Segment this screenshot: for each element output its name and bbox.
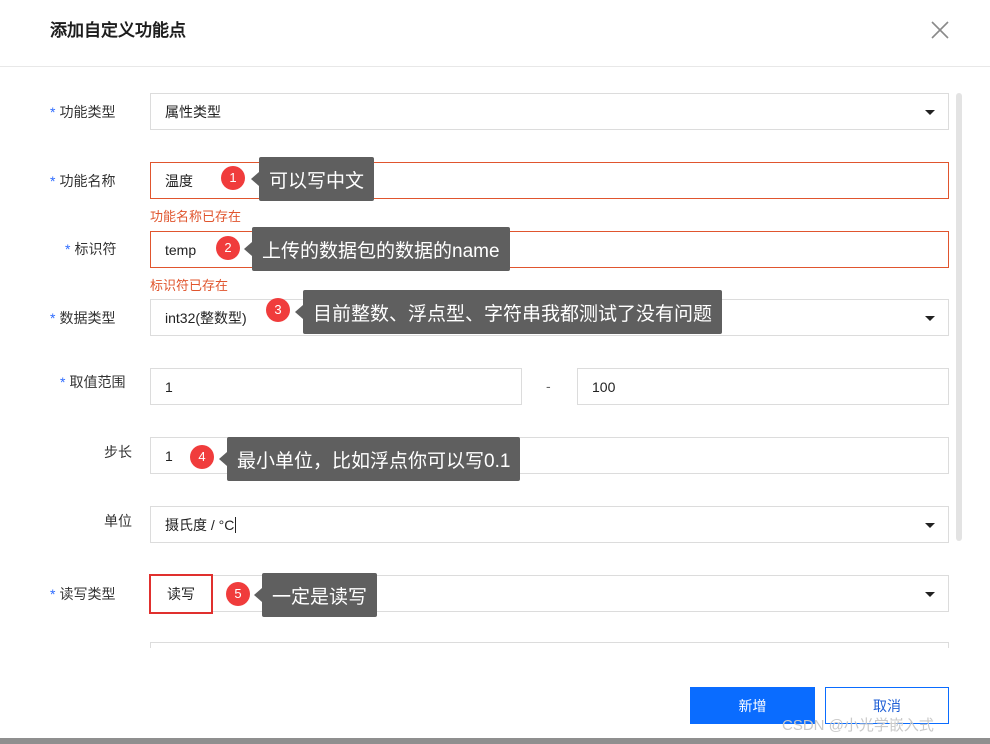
annotation-tip-2: 上传的数据包的数据的name [244, 227, 510, 271]
annotation-badge-3: 3 [266, 298, 290, 322]
function-type-select[interactable]: 属性类型 [150, 93, 949, 130]
next-field-partial [150, 642, 949, 648]
identifier-value: temp [165, 241, 197, 258]
annotation-badge-5: 5 [226, 582, 250, 606]
identifier-label: * 标识符 [65, 241, 117, 257]
chevron-down-icon [925, 109, 935, 115]
header-divider [0, 66, 990, 67]
step-label: 步长 [104, 444, 132, 460]
unit-value: 摄氏度 / °C [165, 516, 235, 533]
required-mark: * [50, 104, 56, 120]
range-max-value: 100 [592, 378, 616, 395]
annotation-badge-1: 1 [221, 166, 245, 190]
function-name-value: 温度 [165, 172, 193, 189]
rw-type-value: 读写 [167, 586, 195, 602]
identifier-error: 标识符已存在 [150, 278, 229, 293]
annotation-tip-4: 最小单位，比如浮点你可以写0.1 [218, 437, 521, 481]
annotation-tip-1: 可以写中文 [250, 157, 375, 201]
range-max-input[interactable]: 100 [577, 368, 949, 405]
function-type-value: 属性类型 [165, 103, 221, 120]
rw-type-label: * 读写类型 [50, 586, 116, 602]
annotation-tip-3: 目前整数、浮点型、字符串我都测试了没有问题 [294, 290, 723, 334]
dialog-title: 添加自定义功能点 [50, 21, 186, 40]
data-type-label: * 数据类型 [50, 310, 116, 326]
range-separator: - [546, 378, 551, 394]
value-range-label: * 取值范围 [60, 374, 126, 390]
chevron-down-icon [925, 591, 935, 597]
scrollbar[interactable] [956, 93, 962, 541]
function-type-label: * 功能类型 [50, 104, 116, 120]
unit-select[interactable]: 摄氏度 / °C [150, 506, 949, 543]
range-min-input[interactable]: 1 [150, 368, 522, 405]
function-name-error: 功能名称已存在 [150, 209, 242, 224]
step-value: 1 [165, 447, 173, 464]
chevron-down-icon [925, 315, 935, 321]
unit-label: 单位 [104, 513, 132, 529]
function-name-label: * 功能名称 [50, 173, 116, 189]
chevron-down-icon [925, 522, 935, 528]
bottom-bar [0, 738, 990, 744]
rw-type-value-highlight: 读写 [149, 574, 213, 614]
text-cursor [235, 516, 237, 533]
close-icon[interactable] [928, 18, 952, 42]
annotation-tip-5: 一定是读写 [253, 573, 378, 617]
range-min-value: 1 [165, 378, 173, 395]
annotation-badge-4: 4 [190, 445, 214, 469]
annotation-badge-2: 2 [216, 236, 240, 260]
watermark: CSDN @小光学嵌入式 [782, 717, 934, 734]
data-type-value: int32(整数型) [165, 309, 247, 326]
